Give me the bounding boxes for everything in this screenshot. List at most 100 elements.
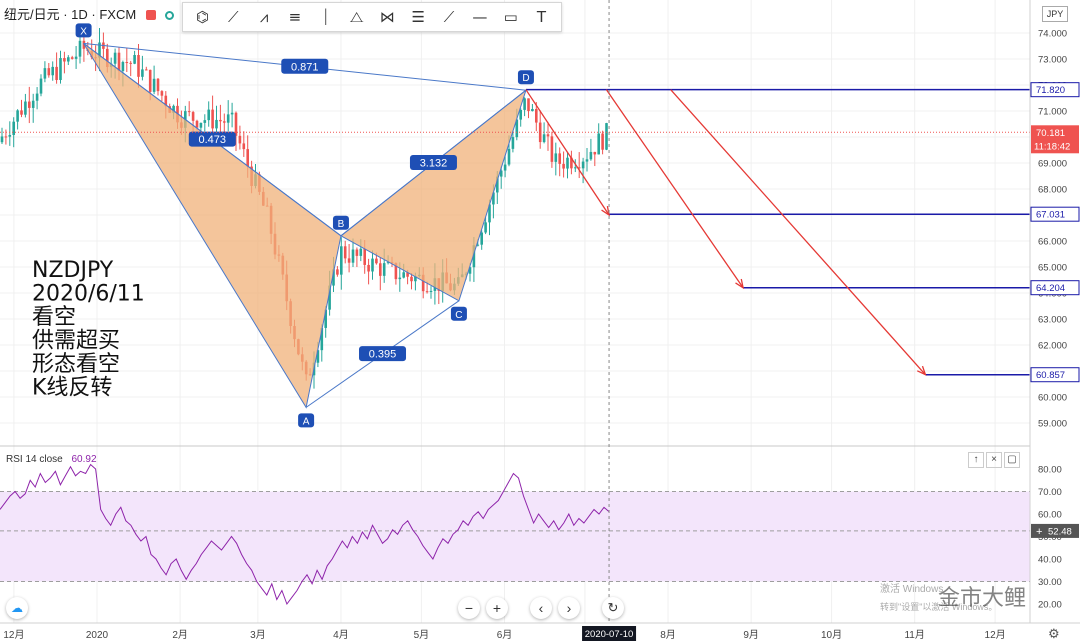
candle-body bbox=[340, 246, 343, 275]
candle-body bbox=[0, 136, 4, 143]
scroll-right-icon[interactable]: › bbox=[558, 597, 580, 619]
zoom-in-icon[interactable]: + bbox=[486, 597, 508, 619]
rsi-tick-label: 20.00 bbox=[1038, 600, 1062, 611]
candle-body bbox=[371, 258, 374, 272]
time-tick-label: 9月 bbox=[743, 629, 759, 641]
candle-body bbox=[535, 108, 538, 123]
reset-icon[interactable]: ↻ bbox=[602, 597, 624, 619]
vertical-line-icon[interactable]: ⏐ bbox=[314, 5, 338, 29]
candle-body bbox=[47, 68, 51, 76]
rsi-header[interactable]: RSI 14 close 60.92 bbox=[6, 454, 97, 465]
time-tick-label: 10月 bbox=[821, 629, 842, 641]
candle-body bbox=[402, 272, 405, 278]
elliott-wave-icon[interactable]: ⩘ bbox=[252, 5, 276, 29]
pattern-point-d: D bbox=[517, 70, 534, 85]
candle-body bbox=[550, 136, 554, 162]
path-icon[interactable]: ⟋ bbox=[221, 5, 245, 29]
price-tick-label: 63.000 bbox=[1038, 315, 1067, 326]
maximize-icon[interactable]: ↑ bbox=[968, 452, 984, 468]
pattern-point-a: A bbox=[298, 413, 315, 428]
watermark-activation: 激活 Windows bbox=[880, 584, 944, 595]
candle-body bbox=[523, 98, 526, 110]
projection-arrow-head bbox=[601, 206, 610, 217]
pattern-point-label: A bbox=[303, 416, 310, 427]
candle-body bbox=[246, 149, 249, 167]
candle-body bbox=[28, 101, 31, 108]
restore-icon[interactable]: ▢ bbox=[1004, 452, 1020, 468]
candle-body bbox=[148, 69, 152, 92]
candle-body bbox=[379, 263, 382, 276]
ratio-label: 3.132 bbox=[409, 155, 457, 170]
rectangle-icon[interactable]: ▭ bbox=[499, 5, 523, 29]
trend-line-icon[interactable]: ⟋ bbox=[437, 5, 461, 29]
fib-retracement-icon[interactable]: ≡ bbox=[283, 5, 307, 29]
annotation-line: 形态看空 bbox=[32, 352, 120, 377]
ratio-text: 3.132 bbox=[420, 158, 448, 170]
candle-body bbox=[507, 148, 511, 165]
candle-body bbox=[59, 58, 62, 80]
candle-body bbox=[562, 163, 565, 169]
chart-canvas[interactable]: 0.8710.4733.1320.395XABCD 74.00073.00072… bbox=[0, 0, 1080, 643]
candle-body bbox=[558, 153, 561, 164]
settings-gear-icon[interactable]: ⚙ bbox=[1048, 626, 1060, 642]
candle-body bbox=[20, 110, 23, 115]
price-axis[interactable]: 74.00073.00072.00071.00070.00069.00068.0… bbox=[1029, 0, 1080, 623]
price-tick-label: 65.000 bbox=[1038, 263, 1067, 274]
annotation-line: 看空 bbox=[32, 305, 76, 330]
candle-body bbox=[363, 248, 366, 265]
candle-body bbox=[156, 78, 160, 92]
candle-body bbox=[398, 277, 402, 280]
xabcd-pattern[interactable]: 0.871 0.473 3.132 0.395 X A B C D bbox=[75, 23, 534, 428]
price-tick-label: 74.000 bbox=[1038, 29, 1067, 40]
annotation-line: K线反转 bbox=[32, 376, 112, 401]
price-tick-label: 62.000 bbox=[1038, 341, 1067, 352]
candle-body bbox=[542, 134, 546, 143]
candle-body bbox=[230, 112, 234, 115]
scroll-left-icon[interactable]: ‹ bbox=[530, 597, 552, 619]
candle-body bbox=[585, 159, 589, 162]
cursor-date-text: 2020-07-10 bbox=[585, 629, 634, 640]
candle-body bbox=[67, 57, 70, 62]
time-tick-label: 2020 bbox=[86, 630, 109, 641]
ratio-label: 0.871 bbox=[281, 58, 329, 74]
candle-body bbox=[12, 121, 15, 136]
projection-arrow bbox=[525, 89, 610, 216]
candle-body bbox=[355, 249, 359, 256]
annotation-line: 2020/6/11 bbox=[32, 282, 145, 307]
candle-body bbox=[78, 40, 82, 57]
candle-body bbox=[484, 222, 487, 233]
pattern-point-label: C bbox=[455, 310, 462, 321]
rsi-title: RSI 14 close bbox=[6, 454, 63, 465]
candle-body bbox=[125, 62, 129, 64]
candle-body bbox=[199, 122, 203, 128]
annotation-line: NZDJPY bbox=[32, 258, 114, 283]
cloud-logo-icon[interactable]: ☁ bbox=[6, 597, 28, 619]
collapse-icon[interactable]: × bbox=[986, 452, 1002, 468]
candle-body bbox=[242, 143, 246, 150]
candle-body bbox=[234, 112, 238, 136]
symbol-title[interactable]: 纽元/日元 · 1D · FXCM bbox=[4, 4, 175, 23]
currency-button[interactable]: JPY bbox=[1042, 6, 1068, 22]
zoom-out-icon[interactable]: − bbox=[458, 597, 480, 619]
abcd-pattern-icon[interactable]: ⋈ bbox=[375, 5, 399, 29]
candle-body bbox=[336, 269, 339, 275]
xabcd-pattern-icon[interactable]: ⌬ bbox=[190, 5, 214, 29]
price-tick-label: 73.000 bbox=[1038, 55, 1067, 66]
candle-body bbox=[129, 62, 132, 64]
horizontal-line-icon[interactable]: — bbox=[468, 5, 492, 29]
candle-body bbox=[39, 78, 43, 94]
triangle-pattern-icon[interactable]: ⧍ bbox=[345, 5, 369, 29]
text-tool-icon[interactable]: T bbox=[530, 5, 554, 29]
candle-body bbox=[74, 56, 78, 59]
time-tick-label: 8月 bbox=[660, 629, 676, 641]
fib-fan-icon[interactable]: ☰ bbox=[406, 5, 430, 29]
current-price-text: 70.181 bbox=[1036, 128, 1065, 139]
drawing-toolbar: ⌬ ⟋ ⩘ ≡ ⏐ ⧍ ⋈ ☰ ⟋ — ▭ T bbox=[182, 2, 562, 32]
candle-body bbox=[141, 69, 144, 77]
rsi-tick-label: 60.00 bbox=[1038, 510, 1062, 521]
candle-body bbox=[35, 93, 39, 101]
market-closed-icon[interactable] bbox=[145, 10, 156, 20]
candle-body bbox=[16, 110, 19, 122]
candle-body bbox=[24, 101, 27, 115]
candle-body bbox=[152, 78, 156, 92]
